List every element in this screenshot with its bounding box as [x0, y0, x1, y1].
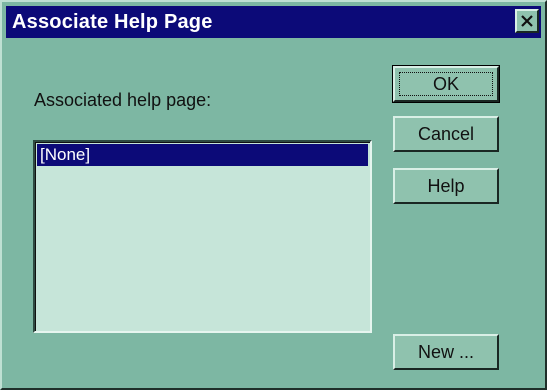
associated-help-page-label: Associated help page:: [34, 90, 212, 110]
window-title: Associate Help Page: [12, 11, 213, 33]
help-button-label: Help: [427, 175, 465, 196]
new-button-label: New ...: [417, 341, 474, 362]
new-button[interactable]: New ...: [393, 334, 499, 370]
help-page-listbox[interactable]: [None]: [33, 140, 372, 333]
close-button[interactable]: [515, 9, 539, 33]
cancel-button-label: Cancel: [417, 123, 475, 144]
ok-button[interactable]: OK: [392, 65, 500, 103]
title-bar[interactable]: Associate Help Page: [6, 6, 541, 38]
close-icon: [521, 15, 533, 27]
cancel-button[interactable]: Cancel: [393, 116, 499, 152]
help-button[interactable]: Help: [393, 168, 499, 204]
ok-button-label: OK: [432, 73, 459, 94]
associate-help-page-dialog: Associate Help Page Associated help page…: [0, 0, 547, 390]
list-item[interactable]: [None]: [37, 144, 368, 166]
